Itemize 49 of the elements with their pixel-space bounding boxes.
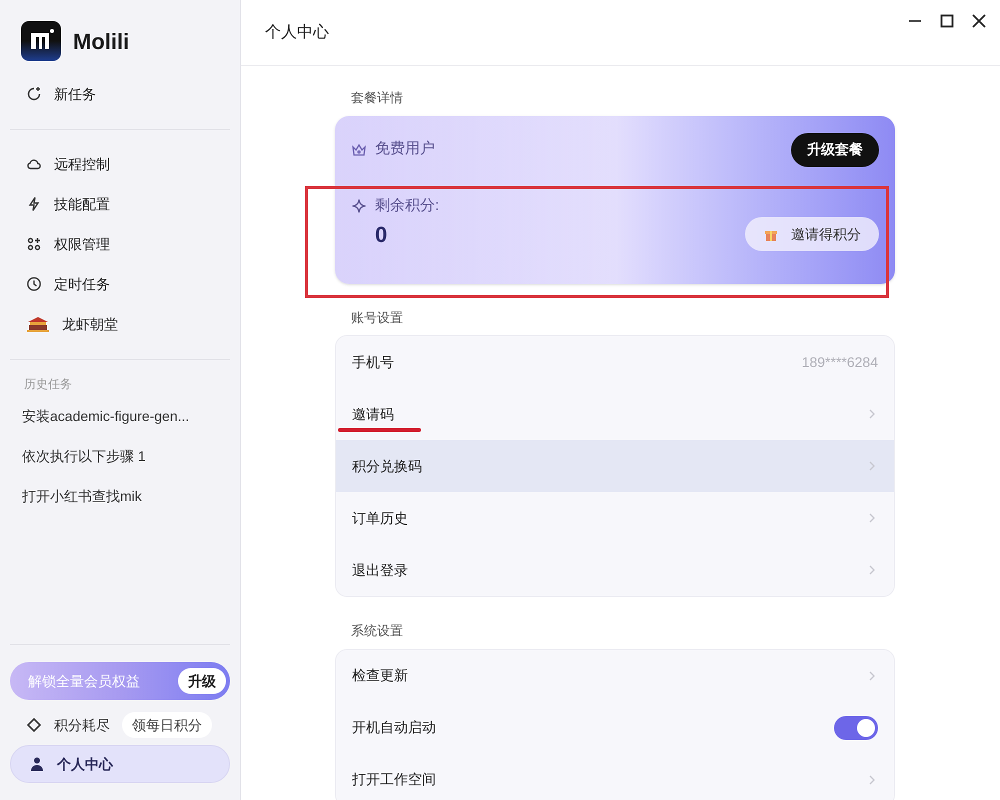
page-title: 个人中心 (265, 22, 329, 42)
clock-icon (26, 276, 42, 292)
row-label: 打开工作空间 (352, 770, 436, 789)
palace-icon (26, 316, 50, 332)
plan-tier-label: 免费用户 (375, 139, 435, 160)
row-label: 退出登录 (352, 560, 408, 580)
upgrade-banner-text: 解锁全量会员权益 (28, 672, 140, 690)
row-label: 订单历史 (352, 508, 408, 528)
row-label: 积分兑换码 (352, 456, 422, 476)
invite-button[interactable]: 邀请得积分 (745, 217, 879, 251)
settings-row[interactable]: 积分兑换码 (336, 440, 894, 492)
sidebar-item[interactable]: 权限管理 (10, 224, 230, 264)
points-value: 0 (375, 220, 388, 248)
upgrade-banner[interactable]: 解锁全量会员权益 升级 (10, 662, 230, 700)
history-item[interactable]: 依次执行以下步骤 1 (10, 436, 230, 476)
crown-icon (351, 142, 367, 158)
sparkle-icon (351, 198, 367, 214)
profile-item[interactable]: 个人中心 (10, 745, 230, 783)
phone-number: 189****6284 (802, 352, 878, 372)
app-logo-icon (21, 21, 61, 61)
section-heading: 套餐详情 (350, 89, 404, 107)
maximize-icon[interactable] (940, 14, 954, 28)
points-label: 剩余积分: (375, 196, 440, 216)
new-chat-icon (26, 86, 42, 102)
section-heading: 账号设置 (350, 308, 404, 326)
points-status: 积分耗尽 (54, 716, 110, 734)
history-item[interactable]: 打开小红书查找mik (10, 476, 230, 516)
section-heading: 系统设置 (350, 622, 404, 640)
upgrade-button[interactable]: 升级 (178, 668, 226, 694)
history-item[interactable]: 安装academic-figure-gen... (10, 396, 230, 436)
sidebar-item[interactable]: 技能配置 (10, 184, 230, 224)
new-task-button[interactable]: 新任务 (10, 74, 230, 114)
history-heading: 历史任务 (23, 376, 73, 393)
diamond-icon (26, 717, 42, 733)
sidebar-item[interactable]: 龙虾朝堂 (10, 304, 230, 344)
close-icon[interactable] (972, 14, 986, 28)
sidebar-item[interactable]: 远程控制 (10, 144, 230, 184)
lightning-icon (26, 196, 42, 212)
apps-icon (26, 236, 42, 252)
upgrade-plan-button[interactable]: 升级套餐 (791, 132, 879, 166)
row-label: 开机自动启动 (352, 718, 436, 737)
app-name: Molili (73, 28, 130, 56)
row-label: 手机号 (352, 352, 394, 372)
daily-points-button[interactable]: 领每日积分 (122, 712, 212, 738)
toggle-switch[interactable] (834, 716, 878, 740)
row-label: 邀请码 (352, 404, 394, 424)
person-icon (29, 756, 45, 772)
row-label: 检查更新 (352, 666, 408, 685)
sidebar-item[interactable]: 定时任务 (10, 264, 230, 304)
